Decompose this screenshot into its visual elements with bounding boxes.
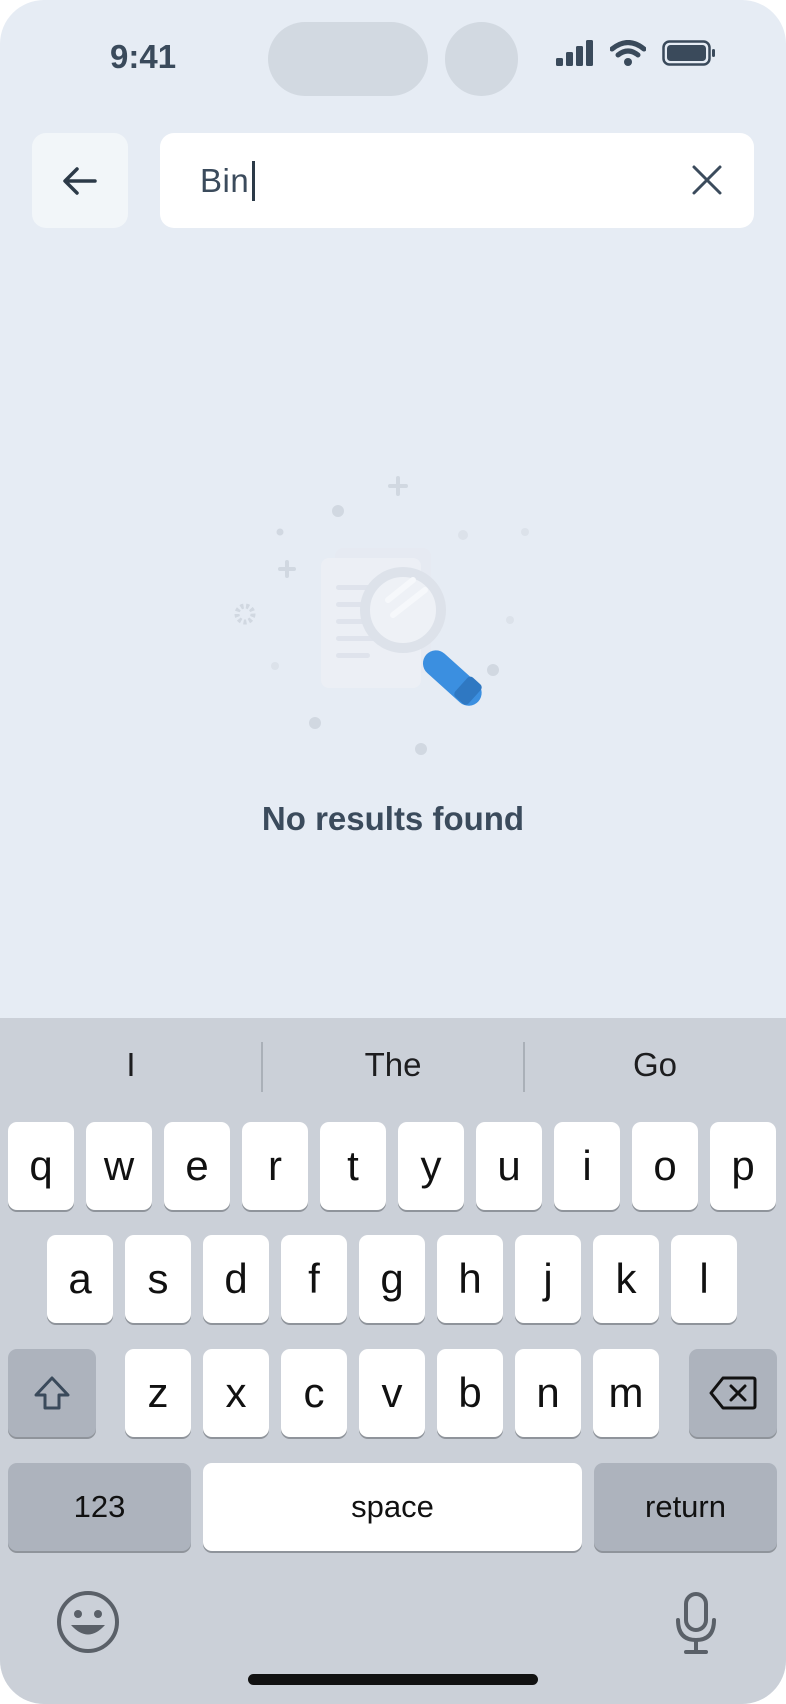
key-h[interactable]: h (437, 1235, 503, 1323)
close-icon (692, 165, 722, 195)
key-n[interactable]: n (515, 1349, 581, 1437)
key-z[interactable]: z (125, 1349, 191, 1437)
key-c[interactable]: c (281, 1349, 347, 1437)
key-l[interactable]: l (671, 1235, 737, 1323)
back-button[interactable] (32, 133, 128, 228)
phone-screen: 9:41 Bin No results found I The Go q w e… (0, 0, 786, 1704)
key-m[interactable]: m (593, 1349, 659, 1437)
dynamic-island-right (445, 22, 518, 96)
home-indicator[interactable] (248, 1674, 538, 1685)
key-j[interactable]: j (515, 1235, 581, 1323)
key-f[interactable]: f (281, 1235, 347, 1323)
suggestion-1[interactable]: I (0, 1018, 262, 1112)
key-y[interactable]: y (398, 1122, 464, 1210)
return-key[interactable]: return (594, 1463, 777, 1551)
key-i[interactable]: i (554, 1122, 620, 1210)
wifi-icon (610, 40, 646, 66)
no-results-message: No results found (261, 800, 525, 837)
no-results-illustration (234, 476, 529, 755)
key-g[interactable]: g (359, 1235, 425, 1323)
dynamic-island-left (268, 22, 428, 96)
search-input-value[interactable]: Bin (200, 162, 249, 200)
cellular-signal-icon (556, 40, 593, 66)
backspace-icon (709, 1376, 757, 1410)
emoji-icon[interactable] (56, 1590, 120, 1654)
key-o[interactable]: o (632, 1122, 698, 1210)
space-key[interactable]: space (203, 1463, 582, 1551)
key-x[interactable]: x (203, 1349, 269, 1437)
status-icons (556, 40, 716, 66)
key-t[interactable]: t (320, 1122, 386, 1210)
key-r[interactable]: r (242, 1122, 308, 1210)
suggestion-3[interactable]: Go (524, 1018, 786, 1112)
key-k[interactable]: k (593, 1235, 659, 1323)
key-a[interactable]: a (47, 1235, 113, 1323)
key-b[interactable]: b (437, 1349, 503, 1437)
key-u[interactable]: u (476, 1122, 542, 1210)
numbers-key[interactable]: 123 (8, 1463, 191, 1551)
text-caret (252, 161, 256, 201)
key-w[interactable]: w (86, 1122, 152, 1210)
key-d[interactable]: d (203, 1235, 269, 1323)
search-field[interactable]: Bin (160, 133, 754, 228)
shift-key[interactable] (8, 1349, 96, 1437)
battery-icon (662, 40, 715, 66)
key-v[interactable]: v (359, 1349, 425, 1437)
key-q[interactable]: q (8, 1122, 74, 1210)
key-s[interactable]: s (125, 1235, 191, 1323)
suggestion-2[interactable]: The (262, 1018, 524, 1112)
clear-search-button[interactable] (688, 161, 726, 199)
delete-key[interactable] (689, 1349, 777, 1437)
shift-icon (34, 1376, 70, 1410)
status-time: 9:41 (110, 38, 177, 75)
key-e[interactable]: e (164, 1122, 230, 1210)
arrow-left-icon (63, 166, 97, 195)
microphone-icon[interactable] (674, 1592, 718, 1654)
keyboard: I The Go q w e r t y u i o p a s d f g h… (0, 1018, 786, 1704)
key-p[interactable]: p (710, 1122, 776, 1210)
